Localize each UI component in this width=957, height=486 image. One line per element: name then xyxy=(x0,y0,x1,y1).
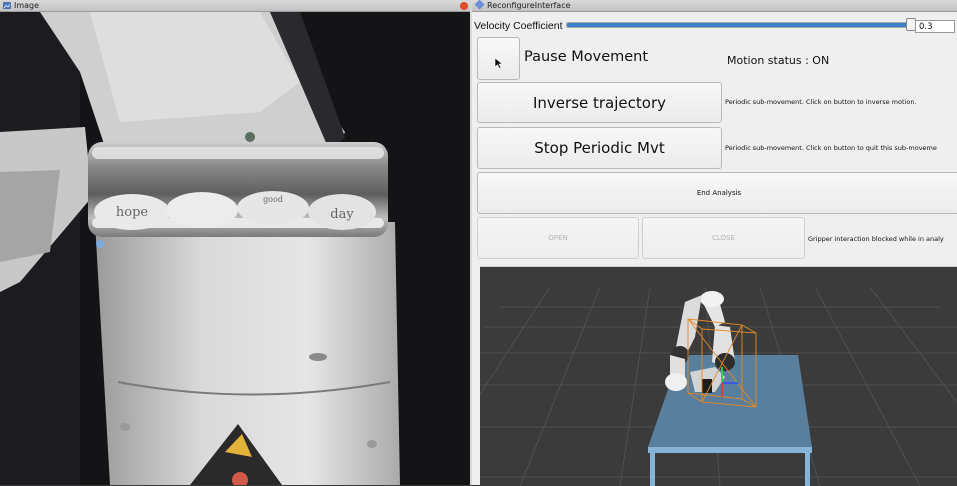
cursor-tool-button[interactable] xyxy=(477,37,520,80)
close-gripper-button[interactable]: CLOSE xyxy=(642,217,805,259)
cursor-icon xyxy=(494,56,503,69)
velocity-label: Velocity Coefficient xyxy=(474,20,563,32)
reconfigure-titlebar: ReconfigureInterface xyxy=(472,0,957,12)
velocity-slider[interactable] xyxy=(566,22,912,28)
image-title: Image xyxy=(14,1,40,10)
motion-status-text: Motion status : ON xyxy=(727,54,830,67)
diamond-icon xyxy=(474,0,485,10)
camera-image: hope good day xyxy=(0,12,470,485)
close-icon[interactable] xyxy=(460,2,468,10)
image-panel: Image hope good day xyxy=(0,0,470,485)
capsule-label-3: good xyxy=(263,195,283,204)
image-titlebar: Image xyxy=(0,0,470,12)
gripper-note: Gripper interaction blocked while in ana… xyxy=(808,235,944,243)
3d-viewport[interactable] xyxy=(480,266,957,486)
open-gripper-button[interactable]: OPEN xyxy=(477,217,639,259)
stop-periodic-button[interactable]: Stop Periodic Mvt xyxy=(477,127,722,169)
reconfigure-title: ReconfigureInterface xyxy=(487,1,571,10)
velocity-slider-fill xyxy=(567,23,908,27)
velocity-value-field[interactable]: 0.3 xyxy=(915,20,955,33)
end-analysis-button[interactable]: End Analysis xyxy=(477,172,957,214)
pause-movement-label[interactable]: Pause Movement xyxy=(524,49,648,65)
capsule-label-1: hope xyxy=(116,205,149,220)
inverse-trajectory-button[interactable]: Inverse trajectory xyxy=(477,82,722,123)
inverse-note: Periodic sub-movement. Click on button t… xyxy=(725,98,917,106)
image-window-icon xyxy=(3,1,11,9)
stop-note: Periodic sub-movement. Click on button t… xyxy=(725,144,937,152)
capsule-label-4: day xyxy=(330,207,354,222)
